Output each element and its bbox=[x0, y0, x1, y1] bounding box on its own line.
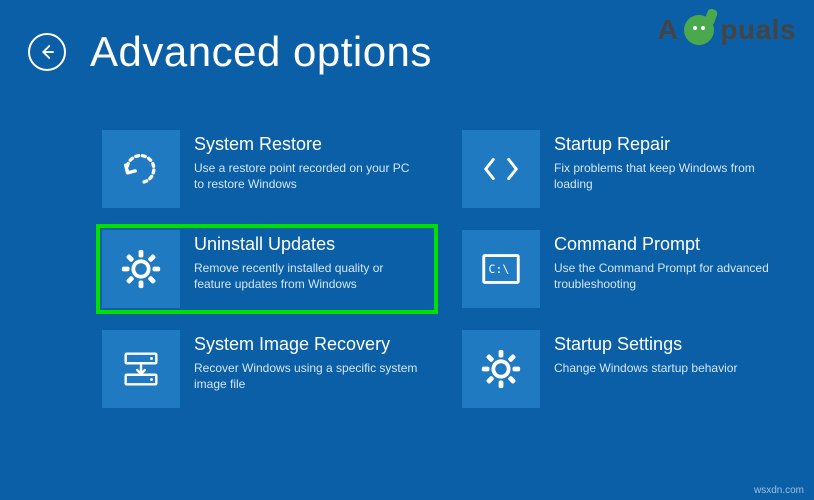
corner-text: wsxdn.com bbox=[754, 485, 804, 496]
startup-settings-icon bbox=[462, 330, 540, 408]
watermark-prefix: A bbox=[658, 14, 679, 46]
watermark-suffix: puals bbox=[720, 14, 796, 46]
option-command-prompt[interactable]: C:\ Command Prompt Use the Command Promp… bbox=[462, 230, 792, 308]
option-text: Command Prompt Use the Command Prompt fo… bbox=[554, 230, 779, 292]
option-title: System Restore bbox=[194, 134, 419, 156]
back-arrow-icon bbox=[38, 43, 56, 61]
option-uninstall-updates[interactable]: Uninstall Updates Remove recently instal… bbox=[96, 224, 438, 314]
option-desc: Remove recently installed quality or fea… bbox=[194, 260, 419, 292]
option-system-image-recovery[interactable]: System Image Recovery Recover Windows us… bbox=[102, 330, 432, 408]
back-button[interactable] bbox=[28, 33, 66, 71]
option-startup-repair[interactable]: Startup Repair Fix problems that keep Wi… bbox=[462, 130, 792, 208]
system-image-recovery-icon bbox=[102, 330, 180, 408]
options-grid: System Restore Use a restore point recor… bbox=[102, 130, 794, 408]
command-prompt-icon: C:\ bbox=[462, 230, 540, 308]
watermark-icon bbox=[684, 15, 714, 45]
option-title: Startup Repair bbox=[554, 134, 779, 156]
header: Advanced options bbox=[28, 28, 432, 76]
svg-text:C:\: C:\ bbox=[489, 262, 510, 276]
startup-repair-icon bbox=[462, 130, 540, 208]
system-restore-icon bbox=[102, 130, 180, 208]
option-title: Startup Settings bbox=[554, 334, 737, 356]
option-desc: Use the Command Prompt for advanced trou… bbox=[554, 260, 779, 292]
option-system-restore[interactable]: System Restore Use a restore point recor… bbox=[102, 130, 432, 208]
watermark-logo: A puals bbox=[658, 14, 796, 46]
uninstall-updates-icon bbox=[102, 230, 180, 308]
option-title: Command Prompt bbox=[554, 234, 779, 256]
option-desc: Recover Windows using a specific system … bbox=[194, 360, 419, 392]
option-desc: Use a restore point recorded on your PC … bbox=[194, 160, 419, 192]
page-title: Advanced options bbox=[90, 28, 432, 76]
option-desc: Change Windows startup behavior bbox=[554, 360, 737, 376]
option-text: Uninstall Updates Remove recently instal… bbox=[194, 230, 419, 292]
option-startup-settings[interactable]: Startup Settings Change Windows startup … bbox=[462, 330, 792, 408]
option-text: System Image Recovery Recover Windows us… bbox=[194, 330, 419, 392]
option-title: System Image Recovery bbox=[194, 334, 419, 356]
option-text: Startup Settings Change Windows startup … bbox=[554, 330, 737, 376]
option-text: Startup Repair Fix problems that keep Wi… bbox=[554, 130, 779, 192]
option-text: System Restore Use a restore point recor… bbox=[194, 130, 419, 192]
option-desc: Fix problems that keep Windows from load… bbox=[554, 160, 779, 192]
option-title: Uninstall Updates bbox=[194, 234, 419, 256]
